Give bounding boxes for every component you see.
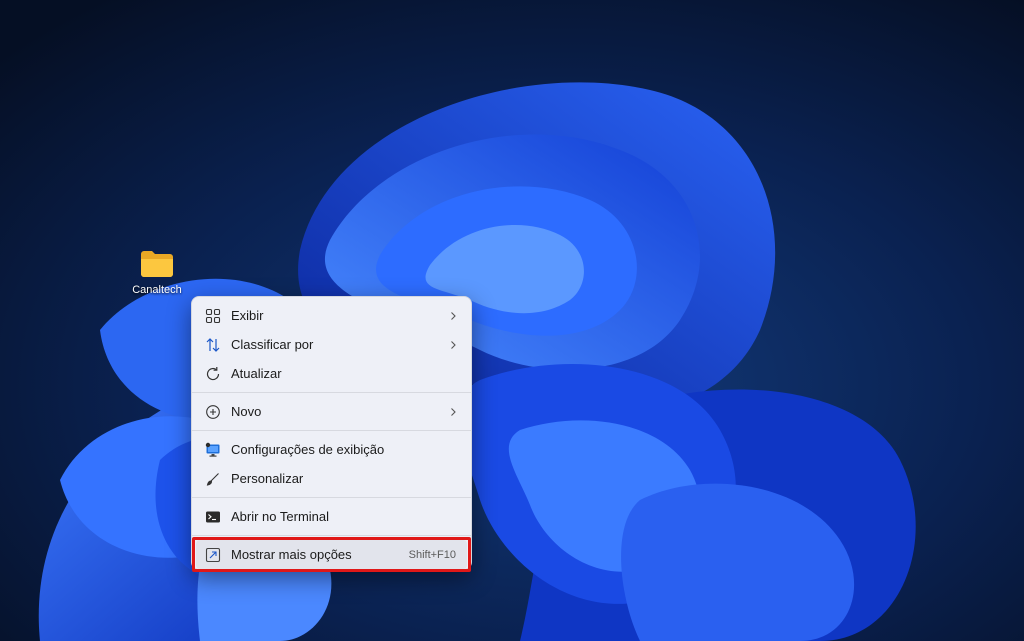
menu-item-classificar-por[interactable]: Classificar por (196, 330, 467, 359)
menu-item-label: Classificar por (231, 337, 314, 352)
desktop-icon-canaltech[interactable]: Canaltech (126, 250, 188, 296)
menu-item-label: Configurações de exibição (231, 442, 385, 457)
menu-separator (192, 430, 471, 431)
menu-item-label: Abrir no Terminal (231, 509, 330, 524)
menu-item-abrir-no-terminal[interactable]: Abrir no Terminal (196, 502, 467, 531)
desktop-context-menu: Exibir Classificar por Atualizar Novo Co… (191, 296, 472, 572)
display-settings-icon (205, 442, 221, 458)
refresh-icon (205, 366, 221, 382)
chevron-right-icon (448, 407, 458, 417)
folder-icon (140, 250, 174, 278)
menu-item-novo[interactable]: Novo (196, 397, 467, 426)
menu-separator (192, 535, 471, 536)
menu-item-atualizar[interactable]: Atualizar (196, 359, 467, 388)
menu-item-label: Atualizar (231, 366, 282, 381)
grid-view-icon (205, 308, 221, 324)
menu-item-label: Exibir (231, 308, 264, 323)
desktop-icon-label: Canaltech (132, 284, 182, 296)
menu-separator (192, 392, 471, 393)
keyboard-shortcut: Shift+F10 (408, 548, 456, 561)
menu-item-label: Personalizar (231, 471, 304, 486)
show-more-options-icon (205, 547, 221, 563)
chevron-right-icon (448, 340, 458, 350)
menu-item-mostrar-mais-opcoes[interactable]: Mostrar mais opções Shift+F10 (192, 537, 471, 572)
menu-item-configuracoes-de-exibicao[interactable]: Configurações de exibição (196, 435, 467, 464)
brush-icon (205, 471, 221, 487)
terminal-icon (205, 509, 221, 525)
desktop-wallpaper (0, 0, 1024, 641)
sort-icon (205, 337, 221, 353)
chevron-right-icon (448, 311, 458, 321)
new-plus-icon (205, 404, 221, 420)
menu-item-exibir[interactable]: Exibir (196, 301, 467, 330)
menu-item-label: Novo (231, 404, 262, 419)
menu-item-personalizar[interactable]: Personalizar (196, 464, 467, 493)
menu-item-label: Mostrar mais opções (231, 547, 352, 562)
menu-separator (192, 497, 471, 498)
